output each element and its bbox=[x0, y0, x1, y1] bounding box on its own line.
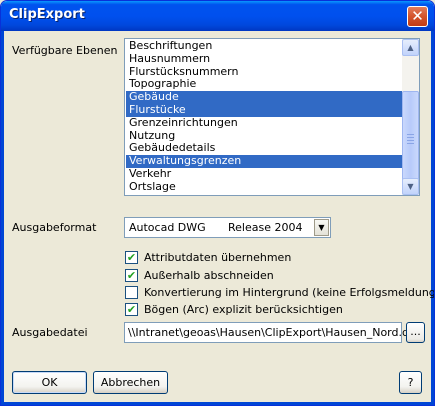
checkbox[interactable]: ✔ bbox=[125, 269, 138, 282]
format-value: Autocad DWG bbox=[129, 221, 206, 234]
format-release: Release 2004 bbox=[228, 221, 303, 234]
check-icon: ✔ bbox=[126, 303, 137, 316]
window-title: ClipExport bbox=[9, 7, 85, 22]
grip-line bbox=[407, 137, 414, 138]
layers-label: Verfügbare Ebenen bbox=[12, 44, 118, 57]
scroll-down-button[interactable]: ▼ bbox=[402, 178, 419, 195]
title-bar[interactable]: ClipExport ✕ bbox=[1, 1, 434, 31]
scroll-up-button[interactable]: ▲ bbox=[402, 39, 419, 56]
option-label: Konvertierung im Hintergrund (keine Erfo… bbox=[144, 286, 435, 299]
format-label: Ausgabeformat bbox=[12, 221, 97, 234]
list-item[interactable]: Beschriftungen bbox=[126, 39, 402, 53]
clipexport-dialog: ClipExport ✕ Verfügbare Ebenen Beschrift… bbox=[0, 0, 435, 406]
window-frame-left bbox=[1, 31, 4, 405]
chevron-up-icon: ▲ bbox=[407, 43, 414, 52]
check-icon: ✔ bbox=[126, 269, 137, 282]
chevron-down-icon: ▼ bbox=[318, 223, 325, 232]
checkbox[interactable]: ✔ bbox=[125, 251, 138, 264]
output-path-field[interactable]: \\Intranet\geoas\Hausen\ClipExport\Hause… bbox=[124, 322, 425, 343]
output-label: Ausgabedatei bbox=[12, 326, 88, 339]
format-select[interactable]: Autocad DWG Release 2004 ▼ bbox=[124, 217, 331, 238]
chevron-down-icon: ▼ bbox=[407, 182, 414, 191]
layers-list: Beschriftungen Hausnummern Flurstücksnumme… bbox=[126, 39, 402, 194]
option-label: Außerhalb abschneiden bbox=[144, 269, 274, 282]
layers-scrollbar[interactable]: ▲ ▼ bbox=[402, 39, 419, 195]
scroll-thumb[interactable] bbox=[402, 91, 419, 187]
list-item[interactable]: Verkehr bbox=[126, 167, 402, 181]
option-label: Bögen (Arc) explizit berücksichtigen bbox=[144, 303, 343, 316]
grip-line bbox=[407, 143, 414, 144]
check-icon: ✔ bbox=[126, 251, 137, 264]
checkbox[interactable]: ✔ bbox=[125, 303, 138, 316]
close-button[interactable]: ✕ bbox=[407, 6, 428, 27]
option-label: Attributdaten übernehmen bbox=[144, 251, 292, 264]
close-icon: ✕ bbox=[411, 7, 424, 25]
checkbox[interactable] bbox=[125, 286, 138, 299]
layers-listbox[interactable]: Beschriftungen Hausnummern Flurstücksnumme… bbox=[124, 38, 420, 196]
window-frame-bottom bbox=[1, 402, 434, 405]
list-item[interactable]: Flurstücke bbox=[126, 103, 402, 117]
cancel-button[interactable]: Abbrechen bbox=[93, 371, 168, 394]
grip-line bbox=[407, 134, 414, 135]
window-frame-right bbox=[431, 31, 434, 405]
ok-button[interactable]: OK bbox=[12, 371, 87, 394]
format-dropdown-button[interactable]: ▼ bbox=[314, 219, 329, 236]
list-item[interactable]: Ortslage bbox=[126, 180, 402, 194]
list-item[interactable]: Hausnummern bbox=[126, 52, 402, 66]
grip-line bbox=[407, 140, 414, 141]
browse-button[interactable]: ... bbox=[406, 322, 425, 343]
output-path-value: \\Intranet\geoas\Hausen\ClipExport\Hause… bbox=[128, 326, 425, 339]
list-item[interactable]: Grenzeinrichtungen bbox=[126, 116, 402, 130]
help-button[interactable]: ? bbox=[399, 371, 422, 394]
